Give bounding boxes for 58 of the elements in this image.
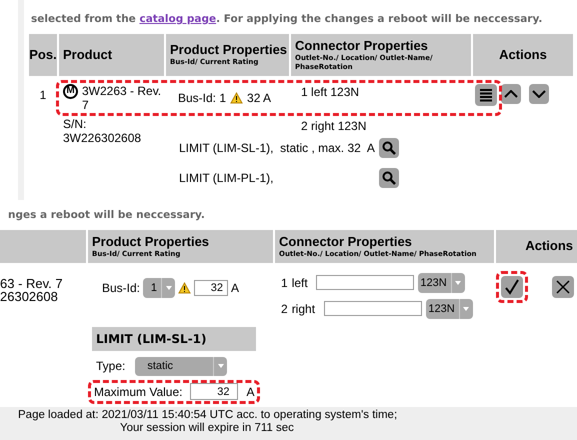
product-text: 26302608 — [0, 290, 59, 303]
column-header: Pos. — [29, 34, 57, 76]
caret-icon — [455, 280, 462, 285]
footer-text: Your session will expire in 711 sec — [119, 422, 295, 435]
column-header: Product — [59, 34, 164, 76]
search-button[interactable] — [379, 168, 399, 188]
confirm-button[interactable] — [501, 276, 523, 298]
product-name: 3W2263 - Rev. 7 — [82, 84, 162, 112]
outlet-number: 2 — [281, 300, 288, 318]
outlet-name-input[interactable] — [324, 301, 422, 316]
chevron-down-icon — [532, 90, 546, 98]
outlet-number: 1 — [281, 274, 288, 292]
warning-icon — [178, 282, 192, 294]
intro-text: selected from the catalog page. For applying the changes a reboot will be neccessary. — [30, 12, 544, 27]
outlet-text: 1 left 123N — [301, 84, 360, 98]
chevron-up-icon — [504, 90, 518, 98]
menu-icon — [479, 88, 493, 102]
column-header: Actions — [473, 34, 573, 76]
serial-number: S/N: 3W226302608 — [63, 116, 142, 144]
maximum-value-label: Maximum Value: — [94, 384, 182, 401]
caret-icon — [218, 364, 224, 368]
search-icon — [382, 140, 396, 154]
manufacturer-badge: M — [63, 84, 78, 98]
type-label: Type: — [96, 358, 126, 376]
rating-text: 32 A — [247, 90, 272, 106]
column-header: Actions — [496, 230, 577, 263]
product-text: 63 - Rev. 7 — [0, 276, 64, 290]
close-icon — [556, 280, 570, 294]
limit-text: LIMIT (LIM-PL-1), — [179, 170, 274, 186]
outlet-text: 2 right 123N — [301, 118, 368, 132]
caret-icon — [463, 306, 470, 311]
bus-id-label: Bus-Id: — [102, 280, 140, 297]
phase-select[interactable]: 123N — [418, 272, 465, 293]
bus-id-select[interactable]: 1 — [143, 278, 176, 298]
maximum-value-input[interactable]: 32 — [190, 383, 238, 400]
outlet-name-input[interactable] — [316, 275, 414, 290]
phase-select[interactable]: 123N — [426, 298, 473, 319]
search-icon — [382, 170, 396, 184]
current-rating-input[interactable]: 32 — [194, 280, 228, 296]
unit-text: A — [246, 384, 254, 401]
intro-text: nges a reboot will be neccessary. — [7, 208, 206, 223]
outlet-location: left — [292, 274, 309, 292]
footer-text: Page loaded at: 2021/03/11 15:40:54 UTC acc. to operating system's time; — [18, 408, 398, 422]
position-cell-text: 1 — [38, 86, 48, 104]
move-up-button[interactable] — [501, 84, 521, 104]
cancel-button[interactable] — [552, 276, 574, 298]
unit-text: A — [231, 280, 240, 297]
catalog-link[interactable]: catalog page — [139, 13, 216, 25]
limit-title: LIMIT (LIM-SL-1) — [92, 326, 256, 351]
type-select[interactable]: static — [135, 356, 228, 376]
menu-button[interactable] — [475, 84, 497, 106]
warning-icon — [230, 92, 244, 104]
bus-id-text: Bus-Id: 1 — [178, 90, 226, 106]
checkmark-icon — [504, 278, 520, 295]
move-down-button[interactable] — [529, 84, 549, 104]
caret-icon — [166, 286, 172, 290]
search-button[interactable] — [379, 138, 399, 158]
outlet-location: right — [292, 300, 316, 318]
